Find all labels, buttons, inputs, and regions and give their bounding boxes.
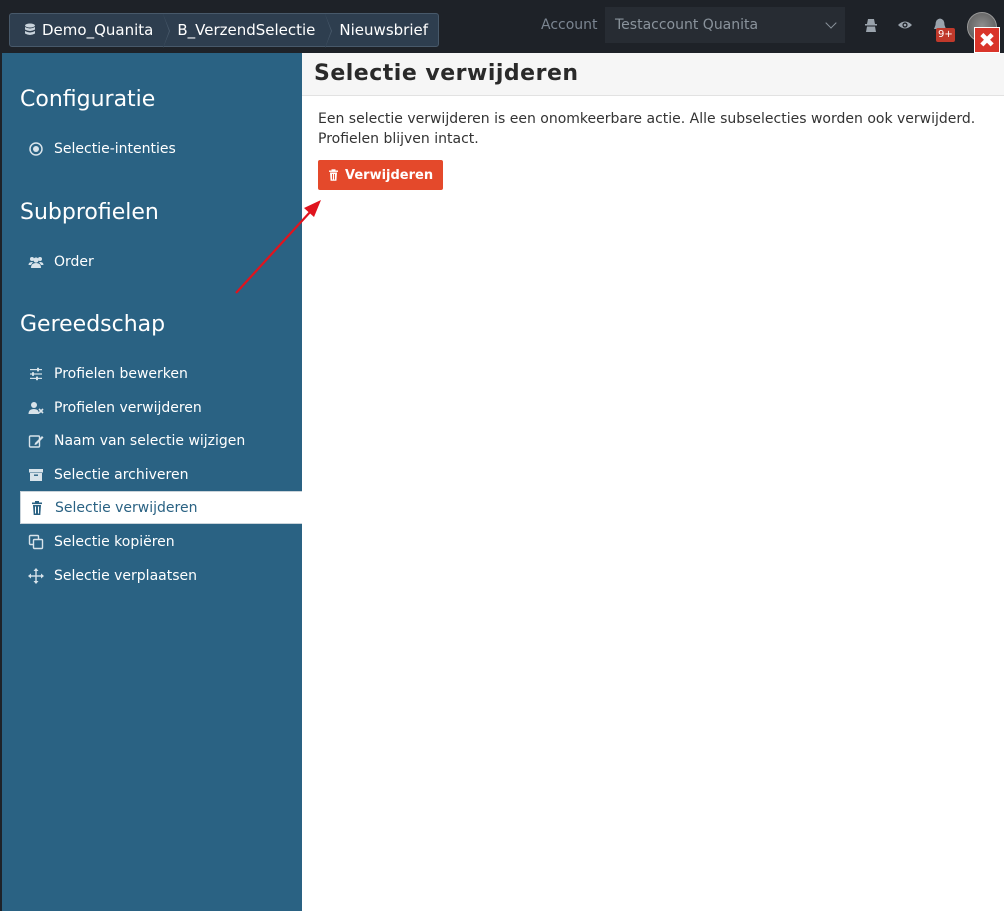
breadcrumb-label: Demo_Quanita — [42, 21, 154, 39]
breadcrumb-item-selection[interactable]: Nieuwsbrief — [325, 14, 438, 46]
main-header: Selectie verwijderen — [302, 53, 1004, 96]
sidebar-item-selectie-archiveren[interactable]: Selectie archiveren — [20, 458, 304, 491]
breadcrumb-label: B_VerzendSelectie — [177, 21, 316, 39]
sidebar-item-label: Profielen verwijderen — [54, 399, 202, 416]
user-remove-icon — [28, 401, 44, 414]
copy-icon — [28, 534, 44, 549]
archive-icon — [29, 468, 43, 481]
sidebar-item-selectie-verwijderen[interactable]: Selectie verwijderen — [20, 491, 304, 524]
page-title: Selectie verwijderen — [314, 61, 579, 86]
breadcrumb: Demo_Quanita B_VerzendSelectie Nieuwsbri… — [9, 13, 439, 48]
database-icon — [25, 23, 35, 35]
description-text: Een selectie verwijderen is een onomkeer… — [318, 111, 976, 147]
move-icon — [28, 567, 44, 584]
target-icon — [29, 141, 43, 156]
account-select-value: Testaccount Quanita — [615, 17, 759, 33]
sidebar-item-label: Naam van selectie wijzigen — [54, 432, 246, 449]
chevron-down-icon — [825, 17, 837, 29]
account-label: Account — [541, 17, 598, 33]
section-title-subprofielen: Subprofielen — [20, 200, 159, 225]
breadcrumb-label: Nieuwsbrief — [339, 21, 428, 39]
section-title-configuratie: Configuratie — [20, 87, 156, 112]
sidebar-item-order[interactable]: Order — [20, 245, 304, 278]
main-panel: Selectie verwijderen Een selectie verwij… — [302, 53, 1004, 911]
eye-icon[interactable] — [897, 17, 913, 33]
sidebar-item-naam-wijzigen[interactable]: Naam van selectie wijzigen — [20, 424, 304, 457]
breadcrumb-item-account[interactable]: Demo_Quanita — [10, 14, 171, 48]
top-bar: Demo_Quanita B_VerzendSelectie Nieuwsbri… — [0, 0, 1004, 53]
notification-badge: 9+ — [936, 28, 955, 42]
sidebar-item-label: Selectie verwijderen — [55, 499, 198, 516]
close-icon[interactable]: ✖ — [974, 27, 1000, 53]
sidebar-item-profielen-bewerken[interactable]: Profielen bewerken — [20, 357, 304, 390]
sidebar: Configuratie Selectie-intenties Subprofi… — [0, 53, 304, 911]
sidebar-item-label: Selectie kopiëren — [54, 533, 175, 550]
sidebar-item-label: Order — [54, 253, 94, 270]
delete-button[interactable]: Verwijderen — [318, 160, 444, 190]
breadcrumb-item-folder[interactable]: B_VerzendSelectie — [163, 14, 333, 48]
sidebar-item-selectie-kopieren[interactable]: Selectie kopiëren — [20, 525, 304, 558]
delete-button-label: Verwijderen — [345, 167, 434, 183]
sidebar-item-label: Selectie-intenties — [54, 140, 176, 157]
trash-icon — [329, 169, 338, 181]
section-title-gereedschap: Gereedschap — [20, 312, 166, 337]
incognito-icon[interactable] — [863, 17, 879, 33]
sliders-icon — [30, 367, 42, 380]
sidebar-item-label: Selectie verplaatsen — [54, 567, 198, 584]
trash-icon — [32, 500, 42, 515]
sidebar-item-label: Selectie archiveren — [54, 466, 189, 483]
account-select[interactable]: Testaccount Quanita — [605, 7, 845, 43]
sidebar-item-profielen-verwijderen[interactable]: Profielen verwijderen — [20, 391, 304, 424]
sidebar-item-selectie-intenties[interactable]: Selectie-intenties — [20, 132, 304, 165]
sidebar-item-selectie-verplaatsen[interactable]: Selectie verplaatsen — [20, 559, 304, 592]
users-icon — [28, 256, 44, 268]
sidebar-item-label: Profielen bewerken — [54, 365, 188, 382]
edit-icon — [28, 434, 44, 448]
